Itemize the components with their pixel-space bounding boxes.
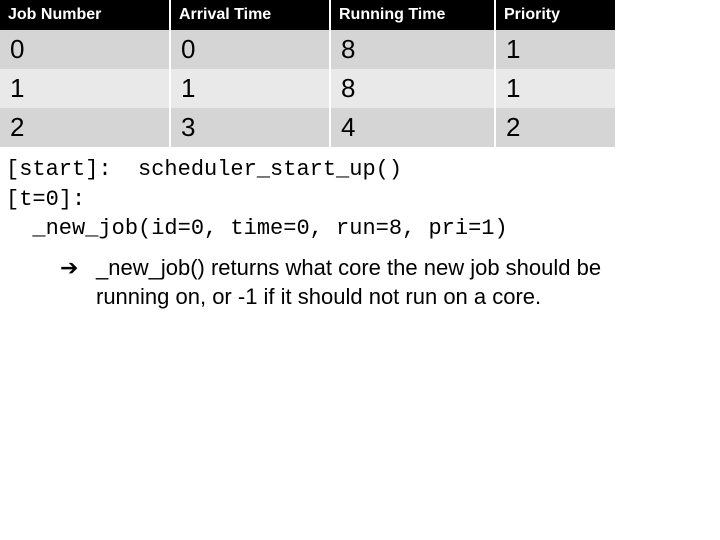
cell-arrival: 1 bbox=[170, 69, 330, 108]
slide: Job Number Arrival Time Running Time Pri… bbox=[0, 0, 720, 311]
table-row: 1 1 8 1 bbox=[0, 69, 615, 108]
log-line-t0: [t=0]: bbox=[6, 185, 609, 215]
cell-running: 8 bbox=[330, 69, 495, 108]
log-line-start: [start]: scheduler_start_up() bbox=[6, 155, 609, 185]
log-line-newjob: _new_job(id=0, time=0, run=8, pri=1) bbox=[6, 214, 609, 244]
explanation-note: ➔ _new_job() returns what core the new j… bbox=[0, 244, 615, 311]
cell-priority: 1 bbox=[495, 30, 615, 69]
col-arrival-time: Arrival Time bbox=[170, 0, 330, 30]
cell-running: 8 bbox=[330, 30, 495, 69]
cell-arrival: 3 bbox=[170, 108, 330, 147]
col-running-time: Running Time bbox=[330, 0, 495, 30]
col-job-number: Job Number bbox=[0, 0, 170, 30]
arrow-icon: ➔ bbox=[60, 254, 78, 283]
cell-priority: 1 bbox=[495, 69, 615, 108]
cell-job: 0 bbox=[0, 30, 170, 69]
cell-arrival: 0 bbox=[170, 30, 330, 69]
cell-job: 1 bbox=[0, 69, 170, 108]
table-header-row: Job Number Arrival Time Running Time Pri… bbox=[0, 0, 615, 30]
scheduler-log: [start]: scheduler_start_up() [t=0]: _ne… bbox=[0, 147, 615, 244]
cell-job: 2 bbox=[0, 108, 170, 147]
table-row: 2 3 4 2 bbox=[0, 108, 615, 147]
cell-priority: 2 bbox=[495, 108, 615, 147]
table-row: 0 0 8 1 bbox=[0, 30, 615, 69]
cell-running: 4 bbox=[330, 108, 495, 147]
note-text: _new_job() returns what core the new job… bbox=[60, 254, 605, 311]
jobs-table: Job Number Arrival Time Running Time Pri… bbox=[0, 0, 615, 147]
col-priority: Priority bbox=[495, 0, 615, 30]
